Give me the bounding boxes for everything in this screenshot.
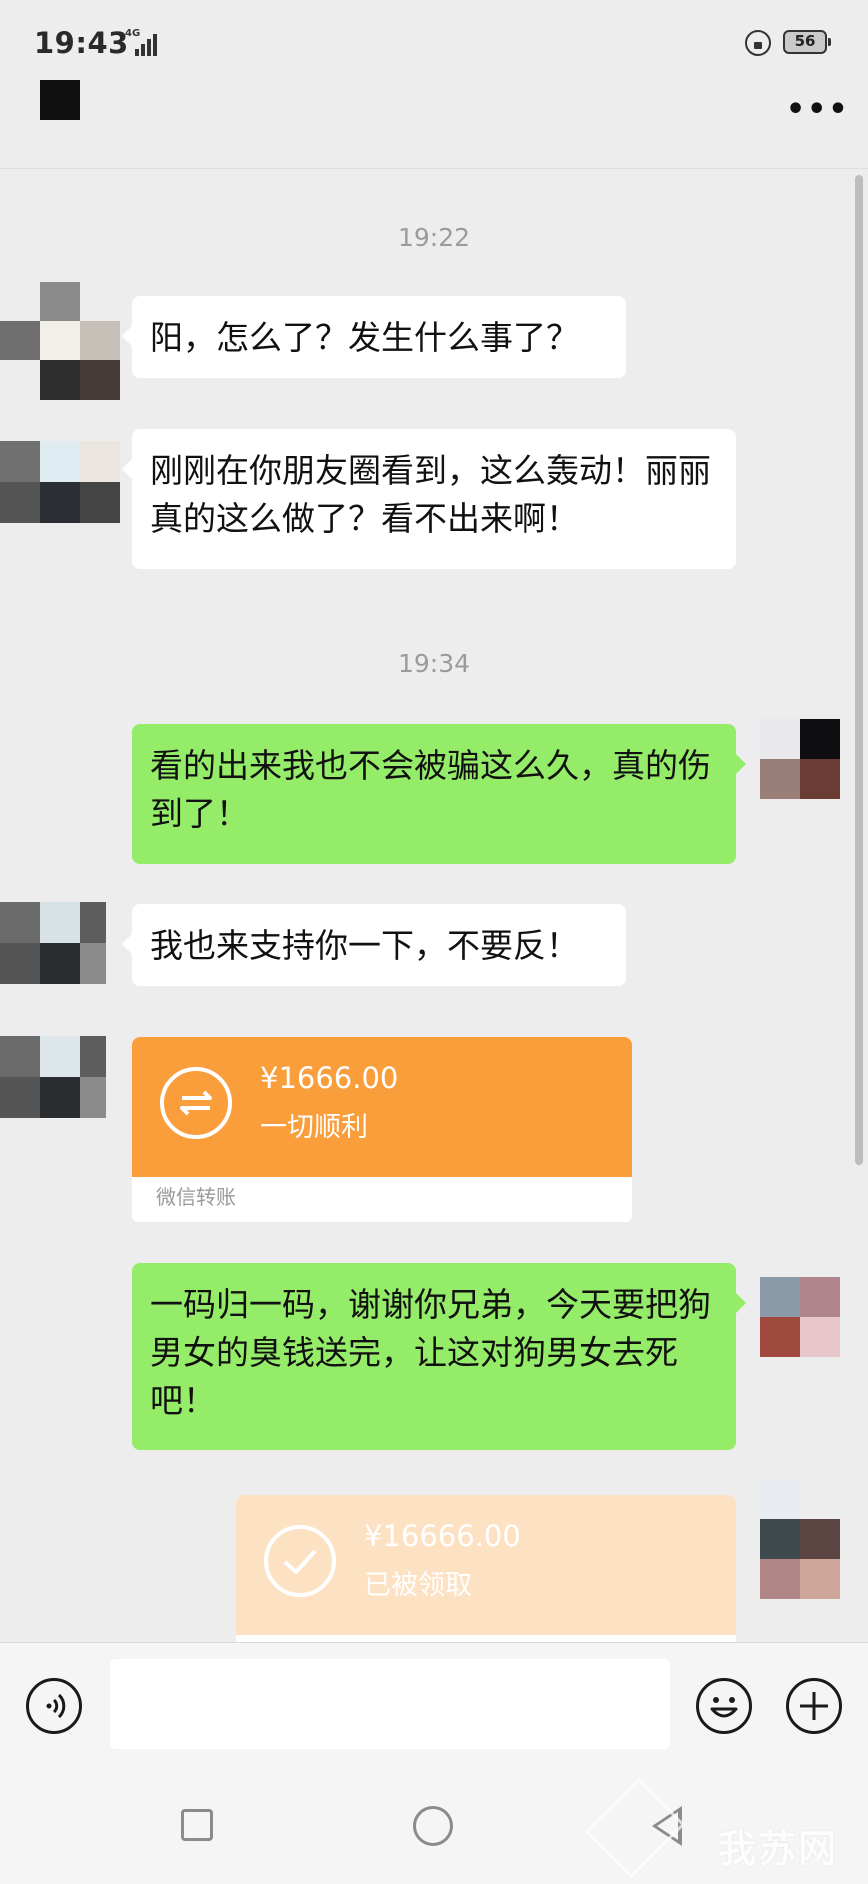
emoji-icon[interactable] xyxy=(696,1678,752,1734)
watermark-text: 我苏网 xyxy=(718,1827,839,1871)
battery-level: 56 xyxy=(794,32,816,50)
transfer-card[interactable]: ¥1666.00 一切顺利 微信转账 xyxy=(132,1037,632,1223)
voice-icon[interactable] xyxy=(26,1678,82,1734)
chat-header: ••• xyxy=(0,80,868,169)
rotation-lock-icon xyxy=(745,30,771,56)
transfer-amount: ¥16666.00 xyxy=(364,1519,521,1553)
battery-icon: 56 xyxy=(783,30,831,54)
input-bar xyxy=(0,1642,868,1767)
transfer-icon xyxy=(160,1067,232,1139)
transfer-note: 已被领取 xyxy=(364,1570,472,1601)
status-bar: 19:43 4G 56 xyxy=(0,0,868,80)
check-icon xyxy=(264,1525,336,1597)
message-bubble-outgoing[interactable]: 一码归一码，谢谢你兄弟，今天要把狗男女的臭钱送完，让这对狗男女去死吧！ xyxy=(132,1263,746,1450)
my-avatar[interactable] xyxy=(760,1479,840,1639)
sender-avatar[interactable] xyxy=(0,441,120,523)
message-bubble-incoming[interactable]: 我也来支持你一下，不要反！ xyxy=(122,904,626,986)
message-input[interactable] xyxy=(110,1659,670,1749)
my-avatar[interactable] xyxy=(760,1277,840,1357)
transfer-amount: ¥1666.00 xyxy=(260,1061,399,1095)
contact-avatar[interactable] xyxy=(40,80,80,120)
message-bubble-outgoing[interactable]: 看的出来我也不会被骗这么久，真的伤到了！ xyxy=(132,724,746,864)
sender-avatar[interactable] xyxy=(0,1036,106,1118)
timestamp: 19:34 xyxy=(397,649,471,678)
home-button[interactable] xyxy=(413,1806,453,1846)
sender-avatar[interactable] xyxy=(0,902,106,984)
message-bubble-incoming[interactable]: 刚刚在你朋友圈看到，这么轰动！丽丽真的这么做了？看不出来啊！ xyxy=(122,429,736,569)
chat-area[interactable]: 19:22 阳，怎么了？发生什么事了？ 刚刚在你朋友圈看到，这么轰动！丽丽真的这… xyxy=(0,169,868,1642)
timestamp: 19:22 xyxy=(397,223,471,252)
message-bubble-incoming[interactable]: 阳，怎么了？发生什么事了？ xyxy=(122,296,626,378)
plus-icon[interactable] xyxy=(786,1678,842,1734)
my-avatar[interactable] xyxy=(760,719,840,799)
signal-icon: 4G xyxy=(125,28,159,56)
recent-apps-button[interactable] xyxy=(181,1809,213,1841)
sender-avatar[interactable] xyxy=(0,282,120,400)
more-options-icon[interactable]: ••• xyxy=(786,95,848,125)
transfer-card-received[interactable]: ¥16666.00 已被领取 xyxy=(236,1495,736,1642)
status-time: 19:43 xyxy=(34,26,129,60)
transfer-label: 微信转账 xyxy=(132,1177,632,1222)
transfer-note: 一切顺利 xyxy=(260,1112,368,1143)
